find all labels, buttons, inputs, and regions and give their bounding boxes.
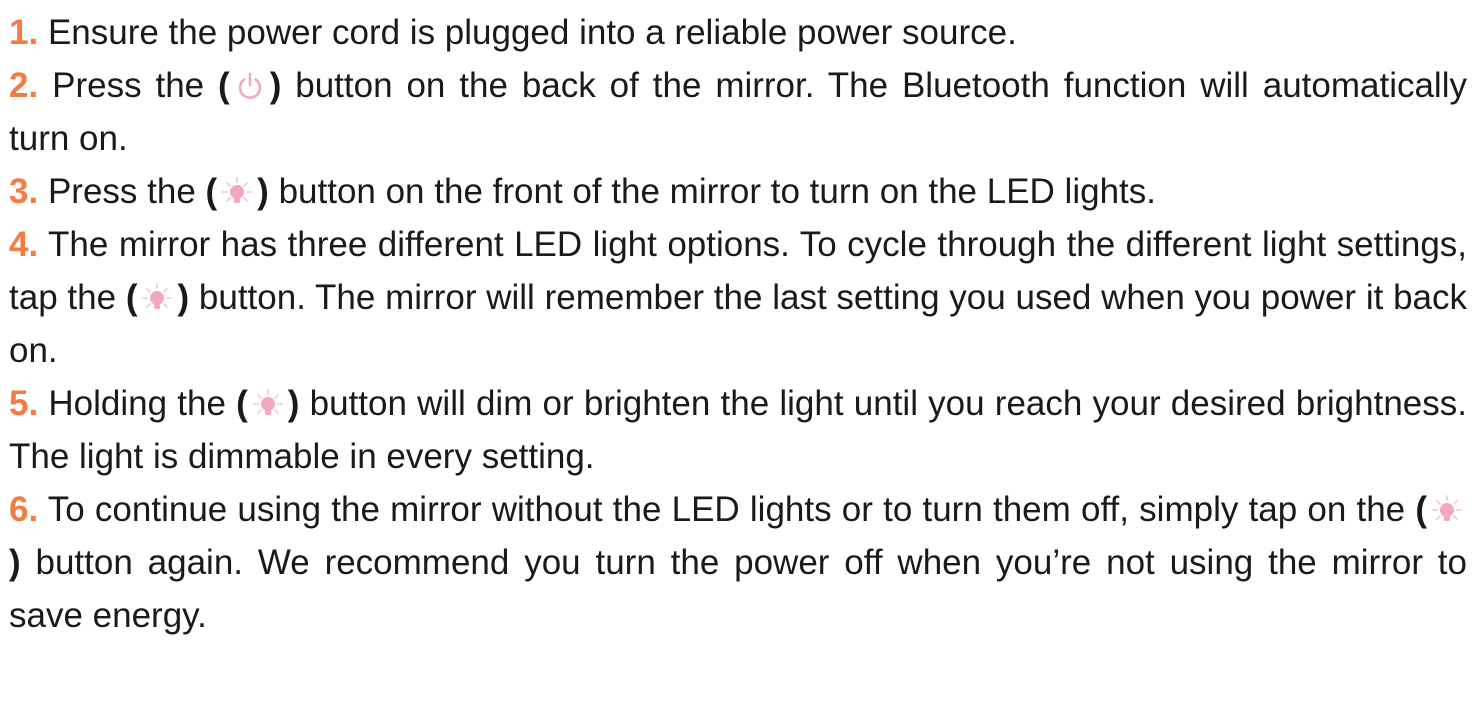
light-bulb-icon — [141, 282, 173, 314]
step-4: 4. The mirror has three different LED li… — [9, 218, 1467, 377]
step-1: 1. Ensure the power cord is plugged into… — [9, 6, 1467, 59]
step-text: button again. We recommend you turn the … — [9, 543, 1467, 635]
step-text: To continue using the mirror without the… — [47, 490, 1416, 529]
step-2: 2. Press the () button on the back of th… — [9, 59, 1467, 165]
step-number: 4. — [9, 225, 39, 264]
paren-open: ( — [218, 66, 230, 105]
power-icon — [234, 70, 266, 102]
step-text: button. The mirror will remember the las… — [9, 278, 1468, 370]
paren-close: ) — [257, 172, 269, 211]
paren-open: ( — [236, 384, 248, 423]
paren-close: ) — [287, 384, 300, 423]
step-number: 6. — [9, 490, 39, 529]
step-3: 3. Press the () button on the front of t… — [9, 165, 1467, 218]
light-bulb-icon — [252, 388, 284, 420]
paren-open: ( — [1415, 490, 1427, 529]
light-bulb-icon — [1431, 494, 1463, 526]
step-number: 1. — [9, 13, 39, 52]
paren-close: ) — [9, 543, 21, 582]
instructions-list: 1. Ensure the power cord is plugged into… — [9, 0, 1467, 642]
light-bulb-icon — [221, 176, 253, 208]
paren-open: ( — [205, 172, 218, 211]
step-text: Press the — [52, 66, 219, 105]
paren-close: ) — [177, 278, 190, 317]
step-number: 5. — [9, 384, 39, 423]
step-6: 6. To continue using the mirror without … — [9, 483, 1467, 642]
step-number: 2. — [9, 66, 39, 105]
step-text: Holding the — [48, 384, 237, 423]
step-5: 5. Holding the () button will dim or bri… — [9, 377, 1467, 483]
step-text: Ensure the power cord is plugged into a … — [47, 13, 1017, 52]
step-number: 3. — [9, 172, 39, 211]
paren-close: ) — [269, 66, 282, 105]
step-text: Press the — [47, 172, 206, 211]
paren-open: ( — [125, 278, 138, 317]
step-text: button on the front of the mirror to tur… — [278, 172, 1156, 211]
